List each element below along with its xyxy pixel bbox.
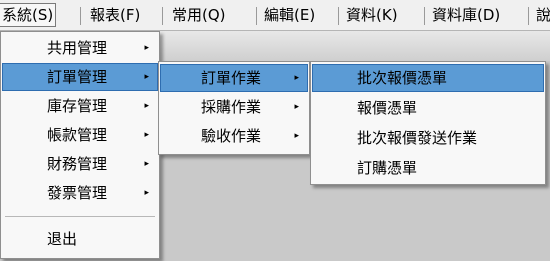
menu-divider: [5, 216, 155, 217]
submenu-arrow-icon: ▸: [144, 101, 149, 111]
order-submenu: 訂單作業 ▸ 採購作業 ▸ 驗收作業 ▸: [158, 61, 310, 155]
order-ops-submenu: 批次報價憑單 報價憑單 批次報價發送作業 訂購憑單: [310, 61, 546, 185]
menu-item-order-mgmt[interactable]: 訂單管理 ▸: [2, 63, 158, 91]
menu-item-label: 庫存管理: [47, 97, 108, 115]
submenu-arrow-icon: ▸: [294, 131, 299, 141]
menu-item-invoice-mgmt[interactable]: 發票管理 ▸: [3, 180, 157, 206]
submenu-arrow-icon: ▸: [144, 159, 149, 169]
menu-item-label: 採購作業: [201, 98, 262, 116]
menubar-separator: [80, 7, 81, 25]
submenu-arrow-icon: ▸: [294, 73, 299, 83]
menu-help[interactable]: 說: [534, 4, 550, 26]
submenu-arrow-icon: ▸: [144, 130, 149, 140]
menu-item-quote-voucher[interactable]: 報價憑單: [313, 95, 543, 121]
menu-item-label: 批次報價憑單: [357, 69, 448, 87]
menu-item-label: 批次報價發送作業: [357, 129, 478, 147]
submenu-arrow-icon: ▸: [294, 102, 299, 112]
menu-report[interactable]: 報表(F): [88, 4, 142, 26]
menubar-separator: [528, 7, 529, 25]
menu-item-inventory-mgmt[interactable]: 庫存管理 ▸: [3, 93, 157, 119]
submenu-arrow-icon: ▸: [144, 43, 149, 53]
menu-item-receiving-ops[interactable]: 驗收作業 ▸: [161, 123, 307, 149]
menu-system[interactable]: 系統(S): [0, 3, 57, 27]
menu-item-label: 訂單管理: [47, 68, 108, 86]
menu-data[interactable]: 資料(K): [344, 4, 400, 26]
menu-bar: 系統(S) 報表(F) 常用(Q) 編輯(E) 資料(K) 資料庫(D) 說: [0, 0, 550, 31]
menu-item-purchase-order-voucher[interactable]: 訂購憑單: [313, 155, 543, 181]
menu-item-order-ops[interactable]: 訂單作業 ▸: [160, 64, 308, 92]
menu-item-label: 共用管理: [47, 39, 108, 57]
system-menu: 共用管理 ▸ 訂單管理 ▸ 庫存管理 ▸ 帳款管理 ▸ 財務管理 ▸ 發票管理 …: [0, 31, 160, 259]
menu-item-purchase-ops[interactable]: 採購作業 ▸: [161, 94, 307, 120]
menu-database[interactable]: 資料庫(D): [430, 4, 502, 26]
menu-item-exit[interactable]: 退出: [3, 226, 157, 252]
menu-item-label: 報價憑單: [357, 99, 418, 117]
menu-item-finance-mgmt[interactable]: 財務管理 ▸: [3, 151, 157, 177]
menu-edit[interactable]: 編輯(E): [262, 4, 317, 26]
menubar-separator: [162, 7, 163, 25]
menu-item-batch-quote-voucher[interactable]: 批次報價憑單: [312, 64, 544, 92]
menu-item-label: 訂單作業: [201, 69, 262, 87]
menu-item-label: 帳款管理: [47, 126, 108, 144]
menu-item-batch-quote-send[interactable]: 批次報價發送作業: [313, 125, 543, 151]
background-toolbar: [160, 31, 550, 61]
menubar-separator: [338, 7, 339, 25]
menu-item-label: 訂購憑單: [357, 159, 418, 177]
menu-item-shared-mgmt[interactable]: 共用管理 ▸: [3, 35, 157, 61]
menu-item-label: 驗收作業: [201, 127, 262, 145]
submenu-arrow-icon: ▸: [144, 72, 149, 82]
menu-item-accounts-mgmt[interactable]: 帳款管理 ▸: [3, 122, 157, 148]
menubar-separator: [256, 7, 257, 25]
menu-item-label: 退出: [47, 230, 78, 248]
menu-item-label: 發票管理: [47, 184, 108, 202]
submenu-arrow-icon: ▸: [144, 188, 149, 198]
menu-common[interactable]: 常用(Q): [170, 4, 228, 26]
menubar-separator: [424, 7, 425, 25]
menu-item-label: 財務管理: [47, 155, 108, 173]
